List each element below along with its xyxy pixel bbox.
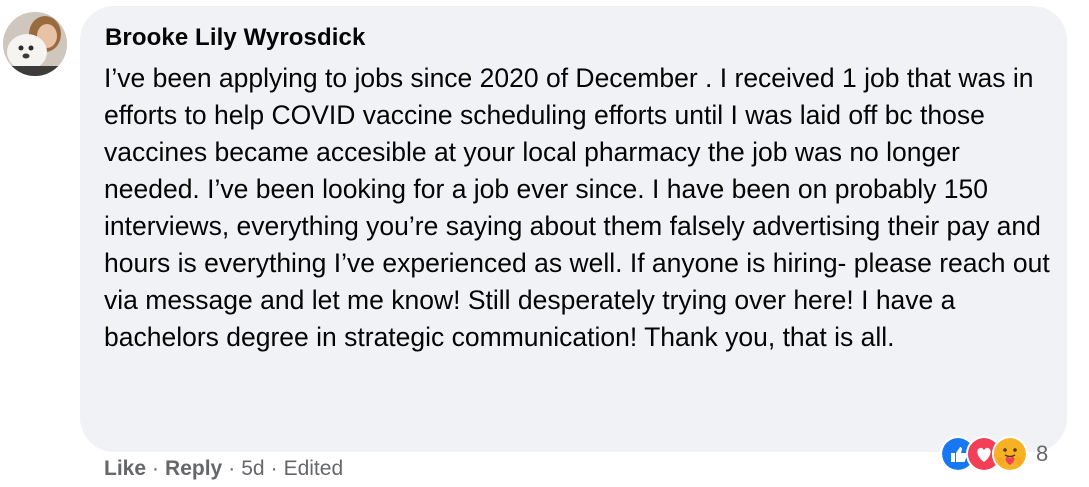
separator: ·: [152, 457, 160, 480]
reaction-summary[interactable]: 8: [940, 436, 1048, 472]
comment-actions: Like · Reply · 5d · Edited: [104, 455, 343, 483]
comment: Brooke Lily Wyrosdick I’ve been applying…: [0, 0, 1089, 487]
timestamp[interactable]: 5d: [241, 457, 264, 481]
care-icon: [992, 436, 1028, 472]
author-name[interactable]: Brooke Lily Wyrosdick: [105, 24, 365, 52]
reaction-count: 8: [1036, 441, 1049, 466]
separator: ·: [270, 457, 278, 480]
like-button[interactable]: Like: [104, 457, 146, 481]
profile-photo-icon: [3, 12, 67, 76]
avatar[interactable]: [3, 12, 67, 76]
edited-label[interactable]: Edited: [284, 457, 344, 481]
separator: ·: [228, 457, 236, 480]
reply-button[interactable]: Reply: [165, 457, 222, 481]
comment-text: I’ve been applying to jobs since 2020 of…: [104, 63, 1050, 352]
